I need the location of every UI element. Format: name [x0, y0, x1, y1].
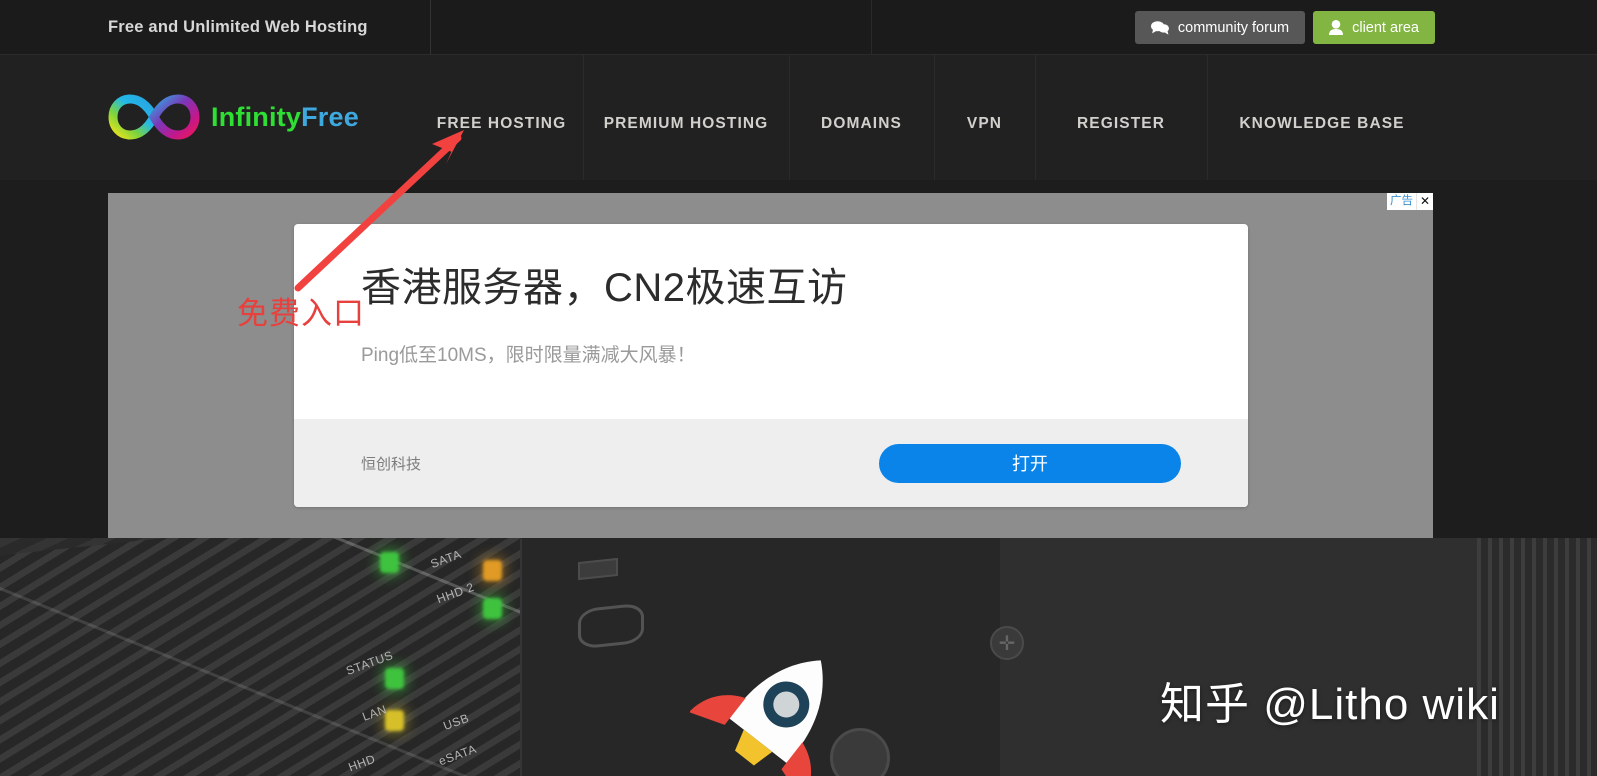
led-indicator — [483, 560, 502, 581]
hero-fin-ridges — [1477, 538, 1597, 776]
annotation-label: 免费入口 — [237, 296, 365, 331]
nav-item-premium-hosting[interactable]: PREMIUM HOSTING — [583, 55, 789, 180]
nav-items: FREE HOSTING PREMIUM HOSTING DOMAINS VPN… — [420, 55, 1437, 180]
nav-item-knowledge-base[interactable]: KNOWLEDGE BASE — [1207, 55, 1437, 180]
led-indicator — [380, 552, 399, 573]
brand-name-part1: Infinity — [211, 101, 302, 132]
nav-item-vpn[interactable]: VPN — [934, 55, 1035, 180]
ad-subtitle: Ping低至10MS，限时限量满减大风暴！ — [361, 345, 696, 366]
nav-item-register[interactable]: REGISTER — [1035, 55, 1207, 180]
community-forum-button[interactable]: community forum — [1134, 11, 1306, 44]
ad-footer: 恒创科技 打开 — [294, 419, 1248, 507]
screw-icon: ✛ — [990, 626, 1024, 660]
ad-badge-label: 广告 — [1387, 193, 1416, 210]
rocket-icon — [688, 645, 875, 776]
nav-item-free-hosting[interactable]: FREE HOSTING — [420, 110, 583, 180]
led-indicator — [483, 598, 502, 619]
user-icon — [1329, 20, 1344, 35]
led-indicator — [385, 668, 404, 689]
advertisement-banner: 广告 ✕ 香港服务器，CN2极速互访 Ping低至10MS，限时限量满减大风暴！… — [108, 193, 1433, 538]
chat-bubble-icon — [1150, 20, 1169, 35]
ad-open-button[interactable]: 打开 — [879, 443, 1181, 483]
community-forum-label: community forum — [1177, 19, 1290, 36]
page-root: Free and Unlimited Web Hosting community… — [0, 0, 1597, 776]
client-area-label: client area — [1352, 19, 1419, 36]
site-tagline: Free and Unlimited Web Hosting — [108, 18, 368, 36]
brand-name-part2: Free — [301, 101, 359, 132]
watermark: 知乎 @Litho wiki — [1160, 680, 1500, 729]
top-utility-bar: Free and Unlimited Web Hosting community… — [0, 0, 1597, 55]
main-navbar: InfinityFree FREE HOSTING PREMIUM HOSTIN… — [0, 55, 1597, 180]
hero-vent-panel — [0, 538, 540, 776]
client-area-button[interactable]: client area — [1313, 11, 1435, 44]
brand-name: InfinityFree — [211, 102, 359, 133]
ad-advertiser-name: 恒创科技 — [361, 455, 422, 473]
ad-body: 香港服务器，CN2极速互访 Ping低至10MS，限时限量满减大风暴！ — [294, 224, 1248, 419]
ad-card[interactable]: 香港服务器，CN2极速互访 Ping低至10MS，限时限量满减大风暴！ 恒创科技… — [294, 224, 1248, 507]
ad-title: 香港服务器，CN2极速互访 — [361, 266, 848, 310]
infinity-logo-icon — [108, 91, 200, 143]
top-actions: community forum client area — [1134, 11, 1435, 44]
nav-item-domains[interactable]: DOMAINS — [789, 55, 934, 180]
close-icon[interactable]: ✕ — [1416, 193, 1433, 210]
site-logo[interactable]: InfinityFree — [108, 91, 359, 143]
topbar-divider-right — [871, 0, 872, 55]
topbar-divider-left — [430, 0, 431, 55]
ad-badge: 广告 ✕ — [1387, 193, 1433, 210]
